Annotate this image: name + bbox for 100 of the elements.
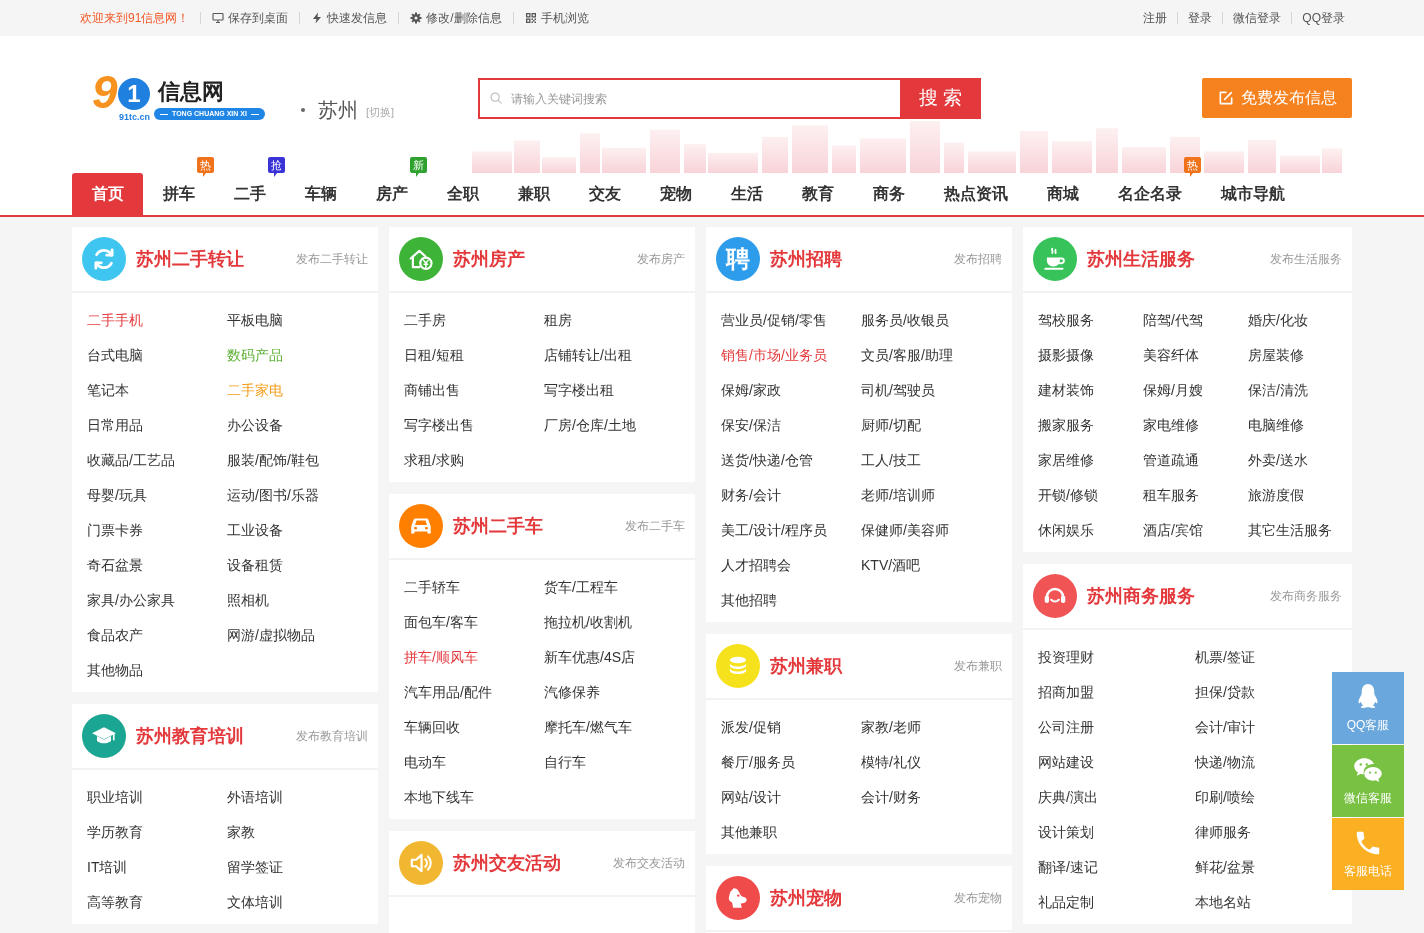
nav-tab[interactable]: 城市导航: [1201, 173, 1304, 215]
category-link[interactable]: 学历教育: [87, 815, 143, 850]
section-title[interactable]: 苏州教育培训: [136, 722, 244, 750]
category-link[interactable]: 驾校服务: [1038, 303, 1094, 338]
category-link[interactable]: 二手房: [404, 303, 446, 338]
category-link[interactable]: 拖拉机/收割机: [544, 605, 632, 640]
nav-tab[interactable]: 热点资讯: [924, 173, 1027, 215]
section-title[interactable]: 苏州房产: [453, 245, 525, 273]
category-link[interactable]: 运动/图书/乐器: [227, 478, 319, 513]
category-link[interactable]: 本地下线车: [404, 780, 474, 815]
search-field[interactable]: 请输入关键词搜索: [478, 78, 900, 119]
account-link[interactable]: 注册: [1143, 9, 1168, 27]
category-link[interactable]: 送货/快递/仓管: [721, 443, 813, 478]
category-link[interactable]: 电动车: [404, 745, 446, 780]
category-link[interactable]: 职业培训: [87, 780, 143, 815]
nav-tab[interactable]: 兼职: [498, 173, 569, 215]
section-title[interactable]: 苏州兼职: [770, 652, 842, 680]
category-link[interactable]: 其他招聘: [721, 583, 777, 618]
category-link[interactable]: 印刷/喷绘: [1195, 780, 1255, 815]
category-link[interactable]: 摄影摄像: [1038, 338, 1094, 373]
category-link[interactable]: 设备租赁: [227, 548, 283, 583]
category-link[interactable]: KTV/酒吧: [861, 548, 921, 583]
category-link[interactable]: 家教/老师: [861, 710, 921, 745]
category-link[interactable]: 求租/求购: [404, 443, 464, 478]
category-link[interactable]: 外卖/送水: [1248, 443, 1308, 478]
category-link[interactable]: 网站/设计: [721, 780, 781, 815]
category-link[interactable]: 二手手机: [87, 303, 143, 338]
section-title[interactable]: 苏州商务服务: [1087, 582, 1195, 610]
category-link[interactable]: 工业设备: [227, 513, 283, 548]
toolbar-link[interactable]: 快速发信息: [311, 9, 388, 27]
category-link[interactable]: 日常用品: [87, 408, 143, 443]
category-link[interactable]: 礼品定制: [1038, 885, 1094, 920]
nav-tab[interactable]: 全职: [427, 173, 498, 215]
search-button[interactable]: 搜 索: [900, 78, 981, 119]
category-link[interactable]: 平板电脑: [227, 303, 283, 338]
category-link[interactable]: 鲜花/盆景: [1195, 850, 1255, 885]
category-link[interactable]: 租房: [544, 303, 572, 338]
category-link[interactable]: 网站建设: [1038, 745, 1094, 780]
category-link[interactable]: 会计/财务: [861, 780, 921, 815]
category-link[interactable]: 台式电脑: [87, 338, 143, 373]
account-link[interactable]: 微信登录: [1233, 9, 1282, 27]
category-link[interactable]: 建材装饰: [1038, 373, 1094, 408]
nav-tab[interactable]: 交友: [569, 173, 640, 215]
category-link[interactable]: 电脑维修: [1248, 408, 1304, 443]
category-link[interactable]: 文体培训: [227, 885, 283, 920]
category-link[interactable]: 美容纤体: [1143, 338, 1199, 373]
category-link[interactable]: 陪驾/代驾: [1143, 303, 1203, 338]
category-link[interactable]: 文员/客服/助理: [861, 338, 953, 373]
toolbar-link[interactable]: 修改/删除信息: [410, 9, 502, 27]
section-title[interactable]: 苏州宠物: [770, 884, 842, 912]
section-title[interactable]: 苏州招聘: [770, 245, 842, 273]
nav-tab[interactable]: 宠物: [640, 173, 711, 215]
category-link[interactable]: 本地名站: [1195, 885, 1251, 920]
category-link[interactable]: 笔记本: [87, 373, 129, 408]
category-link[interactable]: 老师/培训师: [861, 478, 935, 513]
category-link[interactable]: 派发/促销: [721, 710, 781, 745]
category-link[interactable]: 办公设备: [227, 408, 283, 443]
section-title[interactable]: 苏州交友活动: [453, 849, 561, 877]
category-link[interactable]: 餐厅/服务员: [721, 745, 795, 780]
category-link[interactable]: 模特/礼仪: [861, 745, 921, 780]
category-link[interactable]: 日租/短租: [404, 338, 464, 373]
category-link[interactable]: 奇石盆景: [87, 548, 143, 583]
category-link[interactable]: 机票/签证: [1195, 640, 1255, 675]
category-link[interactable]: 管道疏通: [1143, 443, 1199, 478]
category-link[interactable]: 家教: [227, 815, 255, 850]
category-link[interactable]: 照相机: [227, 583, 269, 618]
category-link[interactable]: 财务/会计: [721, 478, 781, 513]
nav-tab[interactable]: 教育: [782, 173, 853, 215]
category-link[interactable]: 保姆/月嫂: [1143, 373, 1203, 408]
category-link[interactable]: 保健师/美容师: [861, 513, 949, 548]
category-link[interactable]: 门票卡券: [87, 513, 143, 548]
category-link[interactable]: 汽修保养: [544, 675, 600, 710]
category-link[interactable]: 保姆/家政: [721, 373, 781, 408]
category-link[interactable]: 留学签证: [227, 850, 283, 885]
category-link[interactable]: 家电维修: [1143, 408, 1199, 443]
category-link[interactable]: 面包车/客车: [404, 605, 478, 640]
category-link[interactable]: 投资理财: [1038, 640, 1094, 675]
category-link[interactable]: 写字楼出租: [544, 373, 614, 408]
category-link[interactable]: 营业员/促销/零售: [721, 303, 827, 338]
nav-tab[interactable]: 商务: [853, 173, 924, 215]
category-link[interactable]: 二手轿车: [404, 570, 460, 605]
category-link[interactable]: 服务员/收银员: [861, 303, 949, 338]
nav-tab[interactable]: 商城: [1027, 173, 1098, 215]
category-link[interactable]: 网游/虚拟物品: [227, 618, 315, 653]
category-link[interactable]: 庆典/演出: [1038, 780, 1098, 815]
category-link[interactable]: 厨师/切配: [861, 408, 921, 443]
category-link[interactable]: 写字楼出售: [404, 408, 474, 443]
category-link[interactable]: 收藏品/工艺品: [87, 443, 175, 478]
category-link[interactable]: 销售/市场/业务员: [721, 338, 827, 373]
category-link[interactable]: 其他兼职: [721, 815, 777, 850]
category-link[interactable]: 翻译/速记: [1038, 850, 1098, 885]
category-link[interactable]: 家居维修: [1038, 443, 1094, 478]
category-link[interactable]: 婚庆/化妆: [1248, 303, 1308, 338]
category-link[interactable]: 车辆回收: [404, 710, 460, 745]
category-link[interactable]: 酒店/宾馆: [1143, 513, 1203, 548]
category-link[interactable]: 房屋装修: [1248, 338, 1304, 373]
category-link[interactable]: 设计策划: [1038, 815, 1094, 850]
category-link[interactable]: 其他物品: [87, 653, 143, 688]
nav-tab[interactable]: 首页: [72, 173, 143, 215]
category-link[interactable]: 司机/驾驶员: [861, 373, 935, 408]
